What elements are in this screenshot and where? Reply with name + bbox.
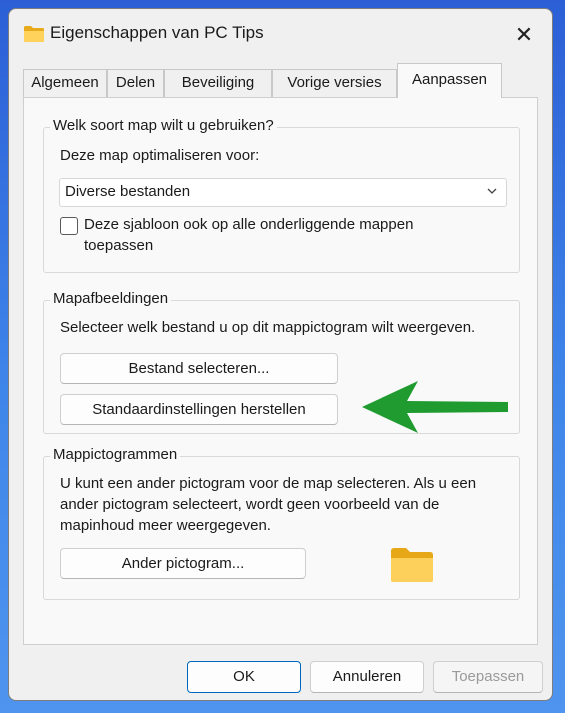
annotation-arrow-icon (362, 381, 508, 433)
apply-button[interactable]: Toepassen (433, 661, 543, 693)
ok-button[interactable]: OK (187, 661, 301, 693)
chevron-down-icon (487, 188, 497, 194)
folder-icons-description-line3: mapinhoud meer weergegeven. (60, 517, 271, 534)
apply-to-subfolders-label-line1: Deze sjabloon ook op alle onderliggende … (84, 216, 414, 233)
tab-vorige-versies[interactable]: Vorige versies (272, 69, 397, 97)
tab-aanpassen[interactable]: Aanpassen (397, 63, 502, 98)
folder-icon (24, 26, 44, 42)
title-bar[interactable]: Eigenschappen van PC Tips ✕ (9, 9, 552, 63)
folder-pictures-description: Selecteer welk bestand u op dit mappicto… (60, 319, 476, 336)
properties-dialog: Eigenschappen van PC Tips ✕ Algemeen Del… (8, 8, 553, 701)
folder-type-group: Welk soort map wilt u gebruiken? Deze ma… (43, 117, 520, 273)
optimize-label: Deze map optimaliseren voor: (60, 147, 260, 164)
change-icon-button[interactable]: Ander pictogram... (60, 548, 306, 579)
apply-to-subfolders-label-line2: toepassen (84, 237, 154, 254)
close-button[interactable]: ✕ (506, 17, 542, 53)
optimize-select[interactable]: Diverse bestanden (59, 178, 507, 207)
folder-type-heading: Welk soort map wilt u gebruiken? (50, 117, 277, 134)
tab-algemeen[interactable]: Algemeen (23, 69, 107, 97)
folder-icons-description-line2: ander pictogram selecteert, wordt geen v… (60, 496, 440, 513)
folder-preview-icon (391, 548, 433, 582)
folder-pictures-heading: Mapafbeeldingen (50, 290, 172, 307)
tab-delen[interactable]: Delen (107, 69, 164, 97)
restore-default-button[interactable]: Standaardinstellingen herstellen (60, 394, 338, 425)
close-icon: ✕ (514, 22, 534, 47)
apply-to-subfolders-checkbox[interactable] (60, 217, 78, 235)
folder-pictures-group: Mapafbeeldingen Selecteer welk bestand u… (43, 290, 520, 434)
choose-file-button[interactable]: Bestand selecteren... (60, 353, 338, 384)
window-title: Eigenschappen van PC Tips (50, 23, 264, 42)
cancel-button[interactable]: Annuleren (310, 661, 424, 693)
folder-icons-heading: Mappictogrammen (50, 446, 181, 463)
tab-beveiliging[interactable]: Beveiliging (164, 69, 272, 97)
folder-icons-description-line1: U kunt een ander pictogram voor de map s… (60, 475, 477, 492)
folder-icons-group: Mappictogrammen U kunt een ander pictogr… (43, 446, 520, 600)
optimize-select-value: Diverse bestanden (65, 183, 191, 200)
customize-panel: Welk soort map wilt u gebruiken? Deze ma… (23, 97, 538, 645)
